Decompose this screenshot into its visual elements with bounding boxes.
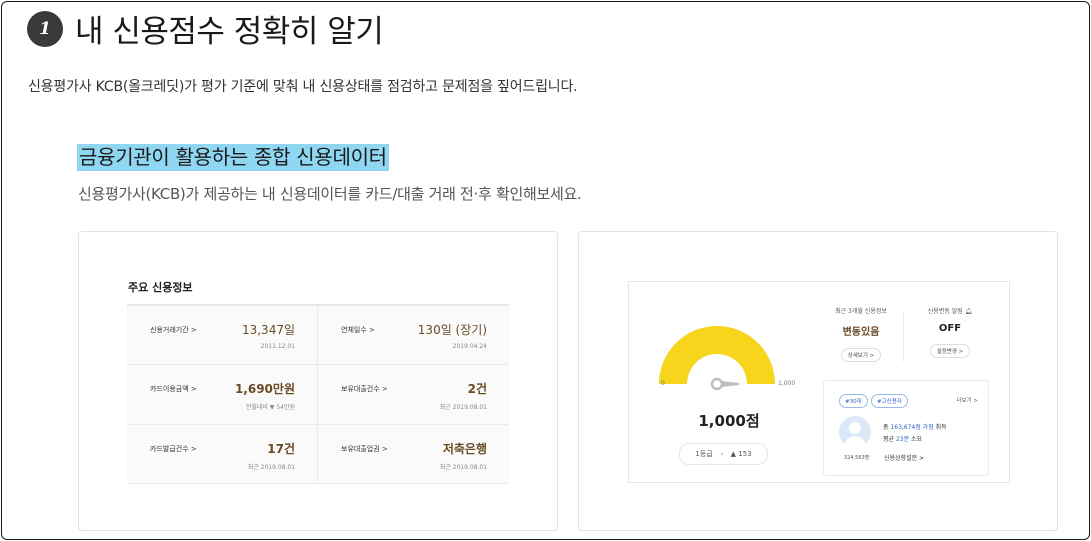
- credit-info-value: 130일 (장기): [417, 323, 487, 337]
- recent-info-value: 변동있음: [842, 327, 880, 338]
- points-suffix: 취득: [933, 424, 947, 431]
- credit-info-grid: 신용거래기간 > 13,347일 2011.12.01 연체일수 > 130일 …: [127, 304, 509, 484]
- score-dashboard: 0 1,000 1,000점 1등급 ▲ 153 최근 3개월 신용정보 변동있…: [628, 281, 1010, 483]
- subsection-title: 금융기관이 활용하는 종합 신용데이터: [77, 144, 389, 171]
- alert-panel: 신용변동 알림 🔔︎ OFF 설정변경 >: [909, 306, 991, 358]
- credit-info-sub: 최근 2019.08.01: [247, 463, 295, 471]
- credit-info-sub: 최근 2019.08.01: [439, 404, 487, 412]
- credit-info-label: 카드이용금액 >: [150, 385, 197, 394]
- credit-info-value: 1,690만원: [234, 382, 295, 397]
- points-value: 163,674점 가점: [890, 424, 934, 431]
- tag-high-credit[interactable]: #고신용자: [871, 394, 908, 408]
- subsection-description: 신용평가사(KCB)가 제공하는 내 신용데이터를 카드/대출 거래 전·후 확…: [78, 185, 582, 203]
- detail-button[interactable]: 상세보기 >: [840, 348, 882, 362]
- credit-info-sub: 2011.12.01: [260, 343, 295, 350]
- time-suffix: 소요: [909, 436, 923, 443]
- credit-info-item[interactable]: 보유대출업권 > 저축은행 최근 2019.08.01: [318, 424, 509, 484]
- score-change: ▲ 153: [730, 450, 752, 458]
- credit-info-value: 저축은행: [442, 441, 487, 456]
- gauge-needle-icon: [710, 377, 739, 391]
- section-description: 신용평가사 KCB(올크레딧)가 평가 기준에 맞춰 내 신용상태를 점검하고 …: [28, 79, 578, 95]
- credit-info-title: 주요 신용정보: [128, 281, 193, 294]
- credit-info-sub: 2019.04.24: [452, 343, 487, 350]
- credit-info-label: 카드발급건수 >: [150, 444, 197, 453]
- time-value: 23분: [895, 436, 910, 443]
- credit-info-card: 주요 신용정보 신용거래기간 > 13,347일 2011.12.01 연체일수…: [78, 231, 558, 531]
- recent-info-panel: 최근 3개월 신용정보 변동있음 상세보기 >: [819, 306, 903, 362]
- alert-label-text: 신용변동 알림: [927, 308, 963, 315]
- step-number-badge: 1: [27, 11, 63, 47]
- participant-count: 324,563명: [844, 455, 870, 461]
- credit-info-value: 2건: [467, 382, 487, 397]
- section-frame: 1 내 신용점수 정확히 알기 신용평가사 KCB(올크레딧)가 평가 기준에 …: [1, 1, 1090, 540]
- avatar-head: [849, 422, 861, 434]
- grade-label: 1등급: [695, 450, 713, 458]
- settings-change-button[interactable]: 설정변경 >: [929, 344, 971, 358]
- section-title: 내 신용점수 정확히 알기: [75, 14, 384, 50]
- credit-survey-link[interactable]: 신용상향설문 >: [884, 453, 924, 462]
- gauge-fill: [659, 326, 775, 384]
- divider: [903, 312, 904, 362]
- credit-info-item[interactable]: 카드이용금액 > 1,690만원 전월대비 ▼ 54만원: [127, 365, 318, 425]
- credit-info-item[interactable]: 신용거래기간 > 13,347일 2011.12.01: [127, 306, 318, 366]
- bell-icon: 🔔︎: [964, 308, 973, 315]
- avatar: [839, 416, 871, 448]
- avatar-body: [844, 436, 866, 448]
- credit-info-label: 보유대출업권 >: [341, 444, 388, 453]
- credit-info-item[interactable]: 보유대출건수 > 2건 최근 2019.08.01: [318, 365, 509, 425]
- credit-info-value: 17건: [267, 441, 295, 456]
- more-link[interactable]: 더보기 >: [956, 396, 978, 404]
- credit-info-sub: 전월대비 ▼ 54만원: [245, 404, 295, 412]
- credit-info-label: 연체일수 >: [341, 326, 375, 334]
- gauge-max-label: 1,000: [778, 380, 796, 387]
- recent-info-label: 최근 3개월 신용정보: [835, 308, 887, 315]
- peer-profile-box: #30대 #고신용자 더보기 > 총 163,674점 가점 취득 평균 23분…: [823, 380, 989, 476]
- grade-pill: 1등급 ▲ 153: [679, 443, 768, 465]
- gauge-min-label: 0: [661, 380, 665, 387]
- credit-info-value: 13,347일: [241, 323, 295, 337]
- credit-info-item[interactable]: 카드발급건수 > 17건 최근 2019.08.01: [127, 424, 318, 484]
- credit-info-label: 신용거래기간 >: [150, 326, 197, 334]
- alert-label: 신용변동 알림 🔔︎: [909, 306, 991, 315]
- credit-info-sub: 최근 2019.08.01: [439, 463, 487, 471]
- credit-score: 1,000점: [698, 412, 760, 430]
- tag-age[interactable]: #30대: [839, 394, 868, 408]
- time-prefix: 평균: [883, 436, 896, 443]
- alert-value: OFF: [938, 323, 962, 334]
- score-gauge: [659, 326, 775, 391]
- separator-dot: [720, 453, 723, 455]
- points-summary: 총 163,674점 가점 취득: [883, 422, 947, 431]
- time-summary: 평균 23분 소요: [883, 434, 922, 443]
- score-dashboard-card: 0 1,000 1,000점 1등급 ▲ 153 최근 3개월 신용정보 변동있…: [578, 231, 1058, 531]
- credit-info-item[interactable]: 연체일수 > 130일 (장기) 2019.04.24: [318, 306, 509, 366]
- credit-info-label: 보유대출건수 >: [341, 385, 388, 394]
